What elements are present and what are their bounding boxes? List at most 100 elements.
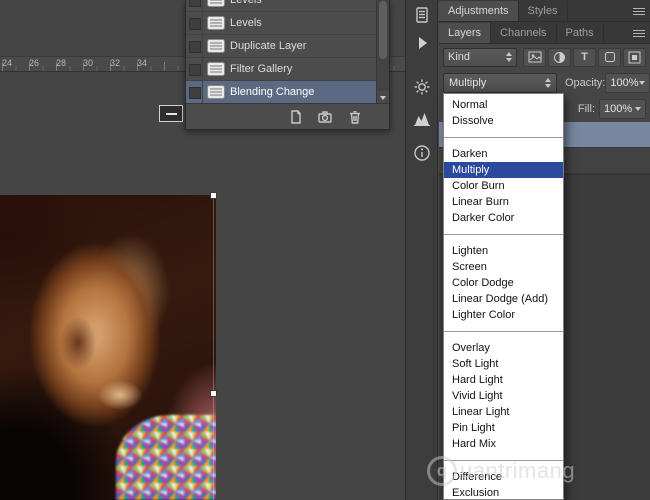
pixel-filter-icon[interactable]	[523, 47, 546, 67]
watermark-logo: q	[427, 456, 457, 486]
ruler-mark: 26	[29, 58, 40, 68]
history-state-row[interactable]: Levels	[186, 0, 376, 12]
document-image[interactable]	[0, 195, 216, 500]
ruler-mark: 32	[110, 58, 121, 68]
blend-mode-option[interactable]: Color Burn	[444, 178, 563, 194]
filter-kind-dropdown[interactable]: Kind	[443, 47, 517, 67]
panel-menu-icon[interactable]	[633, 8, 645, 15]
history-scrollbar[interactable]	[376, 0, 389, 104]
watermark-logo-letter: q	[436, 461, 448, 480]
tab-channels[interactable]: Channels	[491, 23, 557, 43]
blend-mode-menu: Normal Dissolve Darken Multiply Color Burn Li…	[443, 93, 564, 500]
opacity-value: 100%	[610, 77, 639, 89]
history-state-label: Filter Gallery	[230, 63, 293, 75]
image-colorful-region	[116, 415, 216, 500]
tab-paths[interactable]: Paths	[556, 23, 604, 43]
tab-styles[interactable]: Styles	[518, 1, 568, 21]
history-state-icon	[207, 39, 225, 53]
blend-mode-option[interactable]: Normal	[444, 97, 563, 113]
photoshop-window: 24 26 28 30 32 34 Levels Levels Duplicate Layer…	[0, 0, 650, 500]
blend-mode-option[interactable]: Multiply	[444, 162, 563, 178]
blend-mode-option[interactable]: Linear Light	[444, 404, 563, 420]
blend-mode-option[interactable]: Soft Light	[444, 356, 563, 372]
blend-mode-option[interactable]: Exclusion	[444, 485, 563, 499]
minimize-icon	[165, 112, 177, 115]
history-state-row[interactable]: Duplicate Layer	[186, 35, 376, 58]
blend-mode-option[interactable]: Lighter Color	[444, 307, 563, 323]
history-state-label: Levels	[230, 0, 262, 6]
histogram-icon[interactable]	[406, 106, 437, 132]
chevron-down-icon	[638, 81, 645, 85]
blend-mode-group: Lighten Screen Color Dodge Linear Dodge (Ad…	[444, 234, 563, 323]
history-state-icon	[207, 0, 225, 7]
snapshot-camera-icon[interactable]	[317, 109, 333, 125]
blend-mode-option[interactable]: Darker Color	[444, 210, 563, 226]
blend-mode-option[interactable]: Hard Mix	[444, 436, 563, 452]
adjustments-styles-tabbar: Adjustments Styles	[439, 0, 650, 22]
layers-filter-row: Kind T	[439, 44, 650, 70]
history-set-source-checkbox[interactable]	[186, 35, 203, 57]
watermark: q uantrimang	[427, 456, 575, 486]
blend-mode-option[interactable]: Screen	[444, 259, 563, 275]
history-set-source-checkbox[interactable]	[186, 81, 203, 103]
scrollbar-thumb[interactable]	[379, 1, 387, 59]
blend-mode-option[interactable]: Color Dodge	[444, 275, 563, 291]
panel-dock-strip	[405, 0, 438, 500]
info-icon[interactable]	[406, 140, 437, 166]
blend-mode-group: Normal Dissolve	[444, 97, 563, 129]
blend-mode-option[interactable]: Lighten	[444, 243, 563, 259]
history-state-icon	[207, 16, 225, 30]
updown-arrows-icon	[545, 78, 551, 88]
blend-mode-option[interactable]: Dissolve	[444, 113, 563, 129]
blend-mode-option[interactable]: Darken	[444, 146, 563, 162]
tab-layers[interactable]: Layers	[439, 23, 492, 43]
history-set-source-checkbox[interactable]	[186, 12, 203, 34]
blend-mode-option[interactable]: Hard Light	[444, 372, 563, 388]
ruler-mark: 24	[2, 58, 13, 68]
history-set-source-checkbox[interactable]	[186, 0, 203, 11]
collapsed-panel-button[interactable]	[159, 105, 183, 122]
blend-mode-option[interactable]: Linear Burn	[444, 194, 563, 210]
tab-adjustments[interactable]: Adjustments	[439, 1, 519, 21]
history-state-row[interactable]: Filter Gallery	[186, 58, 376, 81]
opacity-label: Opacity:	[565, 77, 606, 89]
delete-trash-icon[interactable]	[347, 109, 363, 125]
chevron-down-icon	[380, 95, 386, 100]
history-set-source-checkbox[interactable]	[186, 58, 203, 80]
blend-mode-option[interactable]: Vivid Light	[444, 388, 563, 404]
type-filter-icon[interactable]: T	[573, 47, 596, 67]
fill-label: Fill:	[577, 103, 595, 115]
adjustments-sun-icon[interactable]	[406, 74, 437, 100]
adjustment-filter-icon[interactable]	[548, 47, 571, 67]
blend-mode-dropdown[interactable]: Multiply	[443, 73, 557, 93]
blend-mode-group: Overlay Soft Light Hard Light Vivid Light Li…	[444, 331, 563, 452]
fill-dropdown[interactable]: 100%	[599, 99, 646, 119]
filter-buttons: T	[521, 47, 646, 67]
history-state-icon	[207, 62, 225, 76]
transform-bounds-edge	[213, 195, 214, 500]
panel-menu-icon[interactable]	[633, 30, 645, 37]
smart-object-filter-icon[interactable]	[623, 47, 646, 67]
history-icon[interactable]	[406, 2, 437, 28]
history-state-label: Duplicate Layer	[230, 40, 307, 52]
blend-mode-option[interactable]: Pin Light	[444, 420, 563, 436]
transform-handle[interactable]	[210, 192, 217, 199]
blend-mode-group: Darken Multiply Color Burn Linear Burn Darke…	[444, 137, 563, 226]
history-state-label: Levels	[230, 17, 262, 29]
history-toolbar	[186, 103, 389, 129]
blend-mode-option[interactable]: Linear Dodge (Add)	[444, 291, 563, 307]
history-states-list: Levels Levels Duplicate Layer Filter Galler…	[186, 0, 376, 104]
fill-value: 100%	[604, 103, 633, 115]
ruler-mark: 34	[137, 58, 148, 68]
transform-handle[interactable]	[210, 390, 217, 397]
history-state-row[interactable]: Levels	[186, 12, 376, 35]
actions-play-icon[interactable]	[406, 30, 437, 56]
history-panel: Levels Levels Duplicate Layer Filter Galler…	[185, 0, 390, 130]
history-state-row[interactable]: Blending Change	[186, 81, 376, 104]
blend-mode-option[interactable]: Overlay	[444, 340, 563, 356]
opacity-dropdown[interactable]: 100%	[605, 73, 650, 93]
updown-arrows-icon	[506, 52, 512, 62]
history-state-icon	[207, 85, 225, 99]
new-document-from-state-icon[interactable]	[287, 109, 303, 125]
shape-filter-icon[interactable]	[598, 47, 621, 67]
